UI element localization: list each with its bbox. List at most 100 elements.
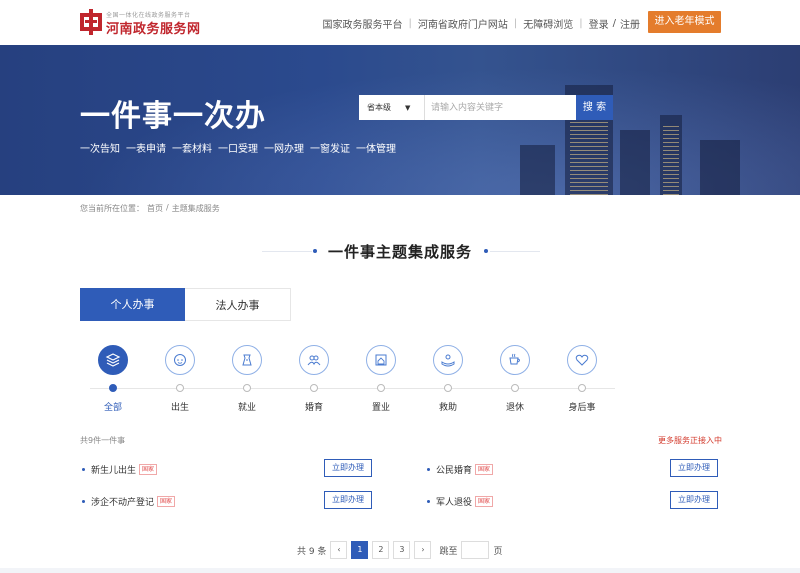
search-button[interactable]: 搜 索	[576, 95, 613, 120]
next-page-button[interactable]: ›	[414, 541, 432, 559]
category-dot	[176, 384, 184, 392]
category-retirement[interactable]: 退休	[485, 345, 545, 413]
couple-icon	[299, 345, 329, 375]
jump-label: 跳至	[439, 546, 458, 557]
breadcrumb: 您当前所在位置： 首页 / 主题集成服务	[80, 203, 220, 214]
tab-personal[interactable]: 个人办事	[80, 288, 185, 321]
category-dot	[243, 384, 251, 392]
level-select-value: 省本级	[367, 103, 391, 112]
category-label: 退休	[505, 403, 524, 413]
banner-skyline	[520, 145, 555, 195]
breadcrumb-prefix: 您当前所在位置：	[80, 204, 144, 213]
list-bullet	[427, 468, 430, 471]
login-link[interactable]: 登录	[589, 16, 609, 31]
footer-strip	[0, 568, 800, 573]
category-relief[interactable]: 救助	[418, 345, 478, 413]
category-label: 出生	[170, 403, 189, 413]
title-deco-dot-right	[484, 249, 488, 253]
top-nav: 国家政务服务平台 | 河南省政府门户网站 | 无障碍浏览 | 登录 / 注册	[323, 16, 641, 31]
category-birth[interactable]: 出生	[150, 345, 210, 413]
category-marriage[interactable]: 婚育	[284, 345, 344, 413]
tea-cup-icon	[500, 345, 530, 375]
list-bullet	[427, 500, 430, 503]
banner-tag: 一次告知	[80, 144, 120, 155]
pagination-total: 共 9 条	[297, 546, 327, 557]
banner-tag: 一表申请	[126, 144, 166, 155]
nav-divider: |	[408, 18, 412, 29]
breadcrumb-current: 主题集成服务	[171, 204, 220, 213]
category-label: 救助	[438, 403, 457, 413]
banner-tag: 一体管理	[356, 144, 396, 155]
category-dot	[109, 384, 117, 392]
banner-tag: 一窗发证	[310, 144, 350, 155]
category-employment[interactable]: 就业	[217, 345, 277, 413]
handle-now-button[interactable]: 立即办理	[670, 459, 718, 477]
level-select[interactable]: 省本级 ▼	[359, 95, 425, 120]
banner-skyline	[700, 140, 740, 195]
prev-page-button[interactable]: ‹	[330, 541, 348, 559]
breadcrumb-home[interactable]: 首页	[147, 203, 163, 214]
banner-tags: 一次告知 一表申请 一套材料 一口受理 一网办理 一窗发证 一体管理	[80, 140, 396, 155]
item-title[interactable]: 军人退役	[436, 495, 472, 508]
nav-link-accessibility[interactable]: 无障碍浏览	[523, 16, 573, 31]
list-bullet	[82, 468, 85, 471]
banner-skyline	[620, 130, 650, 195]
logo-title[interactable]: 河南政务服务网	[106, 18, 201, 37]
nav-divider: |	[513, 18, 518, 29]
category-property[interactable]: 置业	[351, 345, 411, 413]
banner-skyline	[663, 123, 679, 195]
briefcase-icon	[232, 345, 262, 375]
login-divider: /	[612, 18, 616, 29]
breadcrumb-separator: /	[166, 203, 169, 212]
list-item: 军人退役 国家	[427, 495, 494, 508]
list-item: 涉企不动产登记 国家	[82, 495, 176, 508]
section-title: 一件事主题集成服务	[327, 243, 472, 261]
helping-hand-icon	[433, 345, 463, 375]
level-badge: 国家	[157, 496, 176, 507]
category-funeral[interactable]: 身后事	[552, 345, 612, 413]
item-title[interactable]: 新生儿出生	[91, 463, 136, 476]
house-icon	[366, 345, 396, 375]
pagination: 共 9 条 ‹ 1 2 3 › 跳至 页	[297, 541, 502, 559]
level-badge: 国家	[475, 496, 494, 507]
category-all[interactable]: 全部	[83, 345, 143, 413]
category-label: 全部	[103, 403, 122, 413]
page-button-3[interactable]: 3	[393, 541, 411, 559]
page-unit-label: 页	[493, 546, 503, 557]
handle-now-button[interactable]: 立即办理	[670, 491, 718, 509]
page-button-1[interactable]: 1	[351, 541, 369, 559]
category-dot	[377, 384, 385, 392]
page-jump-input[interactable]	[461, 541, 490, 559]
tab-legal[interactable]: 法人办事	[185, 288, 291, 321]
title-deco-line-right	[490, 251, 540, 252]
baby-icon	[165, 345, 195, 375]
category-dot	[310, 384, 318, 392]
category-label: 身后事	[568, 403, 596, 413]
register-link[interactable]: 注册	[620, 16, 640, 31]
stack-icon	[98, 345, 128, 375]
elder-mode-button[interactable]: 进入老年模式	[648, 11, 721, 33]
item-title[interactable]: 公民婚育	[436, 463, 472, 476]
category-label: 置业	[371, 403, 390, 413]
nav-link-provincial-portal[interactable]: 河南省政府门户网站	[418, 16, 508, 31]
result-count: 共9件一件事	[80, 436, 126, 445]
nav-divider: |	[579, 18, 583, 29]
more-services-link[interactable]: 更多服务正接入中	[658, 435, 722, 446]
hero-banner: 一件事一次办 省本级 ▼ 搜 索 一次告知 一表申请 一套材料 一口受理 一网办…	[0, 45, 800, 195]
list-item: 公民婚育 国家	[427, 463, 494, 476]
search-box: 省本级 ▼	[359, 95, 611, 120]
page-button-2[interactable]: 2	[372, 541, 390, 559]
handle-now-button[interactable]: 立即办理	[324, 459, 372, 477]
caret-down-icon: ▼	[405, 103, 411, 112]
level-badge: 国家	[139, 464, 158, 475]
logo-icon[interactable]	[80, 9, 102, 35]
category-label: 婚育	[304, 403, 323, 413]
level-badge: 国家	[475, 464, 494, 475]
category-dot	[444, 384, 452, 392]
handle-now-button[interactable]: 立即办理	[324, 491, 372, 509]
heart-icon	[567, 345, 597, 375]
list-bullet	[82, 500, 85, 503]
item-title[interactable]: 涉企不动产登记	[91, 495, 154, 508]
category-dot	[578, 384, 586, 392]
nav-link-national-platform[interactable]: 国家政务服务平台	[323, 16, 403, 31]
